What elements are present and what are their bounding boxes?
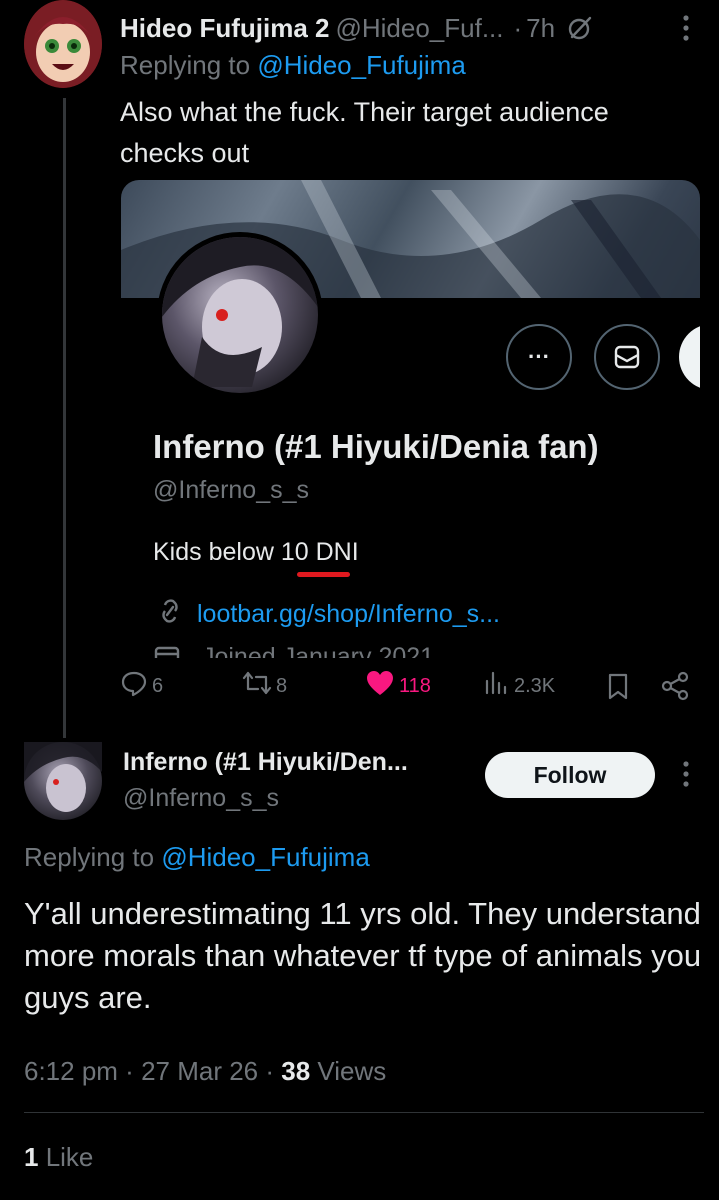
more-icon[interactable] <box>676 758 696 790</box>
like-count: 118 <box>399 674 431 697</box>
profile-handle: @Inferno_s_s <box>153 476 310 504</box>
share-icon[interactable] <box>660 668 694 704</box>
more-icon[interactable] <box>676 12 696 44</box>
likes-count: 1 <box>24 1142 39 1172</box>
like-button[interactable]: 118 <box>365 668 431 704</box>
separator-dot: · <box>513 12 523 43</box>
calendar-icon <box>153 640 183 658</box>
tweet-text: Y'all underestimating 11 yrs old. They u… <box>24 896 702 1015</box>
repost-icon <box>242 669 276 703</box>
profile-joined-text: Joined January 2021 <box>201 643 435 658</box>
replying-prefix: Replying to <box>24 842 162 872</box>
tweet-time[interactable]: 7h <box>526 13 555 44</box>
profile-name: Inferno (#1 Hiyuki/Denia fan) <box>153 428 599 465</box>
views-button[interactable]: 2.3K <box>482 668 555 704</box>
profile-more-label: ··· <box>528 344 550 369</box>
reply-count: 6 <box>152 674 164 697</box>
tweet-actions: 6 8 118 2.3K <box>120 668 700 704</box>
views-label: Views <box>310 1056 387 1086</box>
reply-button[interactable]: 6 <box>120 668 163 704</box>
profile-more-button: ··· <box>506 324 572 390</box>
profile-link: lootbar.gg/shop/Inferno_s... <box>153 597 500 632</box>
thread-connector <box>63 98 66 738</box>
views-icon <box>482 669 514 703</box>
tweet-time[interactable]: 6:12 pm <box>24 1056 118 1086</box>
repost-count: 8 <box>276 674 288 697</box>
avatar[interactable] <box>24 742 102 820</box>
like-icon <box>365 669 399 703</box>
likes-label: Like <box>38 1142 94 1172</box>
grok-icon[interactable] <box>567 15 593 41</box>
author-handle[interactable]: @Inferno_s_s <box>123 784 279 813</box>
divider <box>24 1112 704 1113</box>
tweet-metadata: 6:12 pm · 27 Mar 26 · 38 Views <box>24 1056 386 1087</box>
message-icon <box>594 324 660 390</box>
replying-to-link[interactable]: @Hideo_Fufujima <box>257 50 465 80</box>
repost-button[interactable]: 8 <box>242 668 287 704</box>
follow-button[interactable]: Follow <box>485 752 655 798</box>
author-handle[interactable]: @Hideo_Fuf... <box>335 13 503 44</box>
bio-highlight: 10 <box>280 538 309 566</box>
link-icon <box>153 597 197 632</box>
replying-to: Replying to @Hideo_Fufujima <box>120 50 466 81</box>
replying-to: Replying to @Hideo_Fufujima <box>24 842 370 873</box>
replying-to-link[interactable]: @Hideo_Fufujima <box>161 842 369 872</box>
profile-bio: Kids below 10 DNI <box>153 538 359 567</box>
red-underline-annotation <box>297 572 350 577</box>
tweet-image[interactable]: ··· Inferno (#1 Hiyuki/Denia fan) @Infer… <box>121 180 700 658</box>
profile-avatar <box>157 232 323 398</box>
tweet-text: Also what the fuck. Their target audienc… <box>120 97 609 168</box>
tweet-header: Hideo Fufujima 2 @Hideo_Fuf... · 7h <box>120 10 680 46</box>
bio-suffix: DNI <box>308 538 359 566</box>
profile-follow-button <box>679 324 700 390</box>
author-name[interactable]: Inferno (#1 Hiyuki/Den... <box>123 748 408 777</box>
views-count: 38 <box>281 1056 311 1086</box>
reply-icon <box>120 669 152 703</box>
avatar[interactable] <box>24 0 102 88</box>
views-count: 2.3K <box>514 674 556 697</box>
tweet-date[interactable]: 27 Mar 26 <box>141 1056 258 1086</box>
likes-summary[interactable]: 1 Like <box>24 1142 93 1173</box>
bio-prefix: Kids below <box>153 538 281 566</box>
separator-dot: · <box>117 1056 142 1086</box>
replying-prefix: Replying to <box>120 50 258 80</box>
bookmark-icon[interactable] <box>606 668 634 704</box>
separator-dot: · <box>258 1056 282 1086</box>
profile-joined: Joined January 2021 <box>153 640 434 658</box>
author-name[interactable]: Hideo Fufujima 2 <box>120 13 329 44</box>
profile-link-text: lootbar.gg/shop/Inferno_s... <box>197 600 500 628</box>
